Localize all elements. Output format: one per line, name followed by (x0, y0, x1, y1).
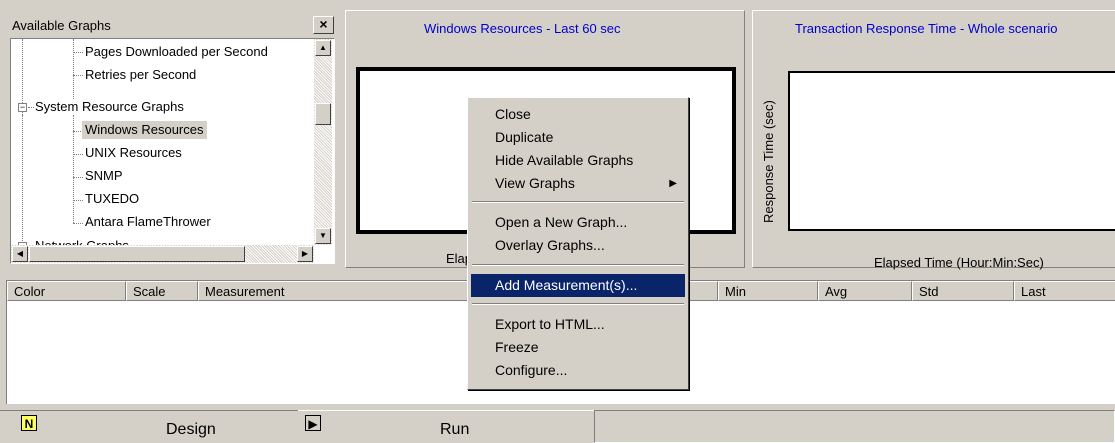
tree-connector (73, 154, 83, 155)
menu-item-export-html[interactable]: Export to HTML... (471, 313, 685, 336)
menu-item-configure[interactable]: Configure... (471, 359, 685, 382)
tree-item-snmp[interactable]: SNMP (85, 167, 123, 185)
menu-item-close[interactable]: Close (471, 103, 685, 126)
menu-separator (472, 264, 684, 266)
tree-item-windows-resources[interactable]: Windows Resources (82, 121, 207, 139)
graph-tree: Pages Downloaded per Second Retries per … (10, 38, 335, 264)
available-graphs-panel: Available Graphs × Pages Downloaded per … (6, 10, 337, 266)
tree-connector (28, 107, 34, 108)
column-header-scale[interactable]: Scale (126, 281, 198, 301)
y-axis-label: Response Time (sec) (761, 100, 776, 223)
menu-item-duplicate[interactable]: Duplicate (471, 126, 685, 149)
scroll-left-icon[interactable]: ◀ (12, 246, 28, 262)
column-header-min[interactable]: Min (718, 281, 818, 301)
vertical-scrollbar[interactable] (314, 39, 332, 245)
hscroll-thumb[interactable] (29, 246, 245, 262)
scroll-right-icon[interactable]: ▶ (297, 246, 313, 262)
graph-title: Windows Resources - Last 60 sec (424, 21, 621, 36)
available-graphs-title: Available Graphs (12, 18, 111, 33)
tree-item-system-resource-graphs[interactable]: System Resource Graphs (35, 98, 184, 116)
tree-connector (73, 223, 83, 224)
menu-item-freeze[interactable]: Freeze (471, 336, 685, 359)
scroll-up-icon[interactable]: ▲ (315, 40, 331, 56)
collapse-icon[interactable]: − (18, 103, 27, 112)
column-header-last[interactable]: Last (1014, 281, 1115, 301)
close-icon[interactable]: × (313, 16, 334, 34)
tree-connector (22, 115, 23, 245)
menu-separator (472, 201, 684, 203)
x-axis-label: Elapsed Time (Hour:Min:Sec) (874, 255, 1044, 270)
column-header-std[interactable]: Std (912, 281, 1014, 301)
menu-item-overlay-graphs[interactable]: Overlay Graphs... (471, 234, 685, 257)
tree-connector (73, 75, 83, 76)
plot-area[interactable] (788, 71, 1115, 231)
submenu-arrow-icon: ▶ (669, 178, 677, 189)
tab-design[interactable]: N Design (0, 410, 298, 443)
graph-title: Transaction Response Time - Whole scenar… (795, 21, 1058, 36)
column-header-color[interactable]: Color (7, 281, 126, 301)
tree-connector (73, 177, 83, 178)
tree-item-retries[interactable]: Retries per Second (85, 66, 196, 84)
run-icon: ▶ (305, 415, 321, 431)
menu-item-add-measurements[interactable]: Add Measurement(s)... (471, 274, 685, 297)
menu-item-hide-available-graphs[interactable]: Hide Available Graphs (471, 149, 685, 172)
tab-run[interactable]: ▶ Run (298, 410, 594, 443)
menu-separator (472, 303, 684, 305)
tree-connector (73, 52, 83, 53)
menu-item-view-graphs-label: View Graphs (495, 175, 575, 191)
menu-item-view-graphs[interactable]: View Graphs ▶ (471, 172, 685, 195)
scroll-thumb[interactable] (315, 103, 331, 125)
design-icon: N (21, 415, 37, 431)
scroll-down-icon[interactable]: ▼ (315, 228, 331, 244)
tree-item-unix-resources[interactable]: UNIX Resources (85, 144, 182, 162)
tree-connector (73, 39, 74, 99)
tab-run-label: Run (440, 421, 470, 438)
tab-design-label: Design (166, 421, 216, 438)
tree-item-pages-downloaded[interactable]: Pages Downloaded per Second (85, 43, 268, 61)
status-area (594, 410, 1115, 443)
column-header-avg[interactable]: Avg (818, 281, 912, 301)
tree-item-antara-flamethrower[interactable]: Antara FlameThrower (85, 213, 211, 231)
tree-connector (73, 200, 83, 201)
transaction-response-graph[interactable]: Transaction Response Time - Whole scenar… (752, 10, 1115, 270)
tree-item-tuxedo[interactable]: TUXEDO (85, 190, 139, 208)
context-menu: Close Duplicate Hide Available Graphs Vi… (467, 97, 689, 390)
menu-item-open-new-graph[interactable]: Open a New Graph... (471, 211, 685, 234)
